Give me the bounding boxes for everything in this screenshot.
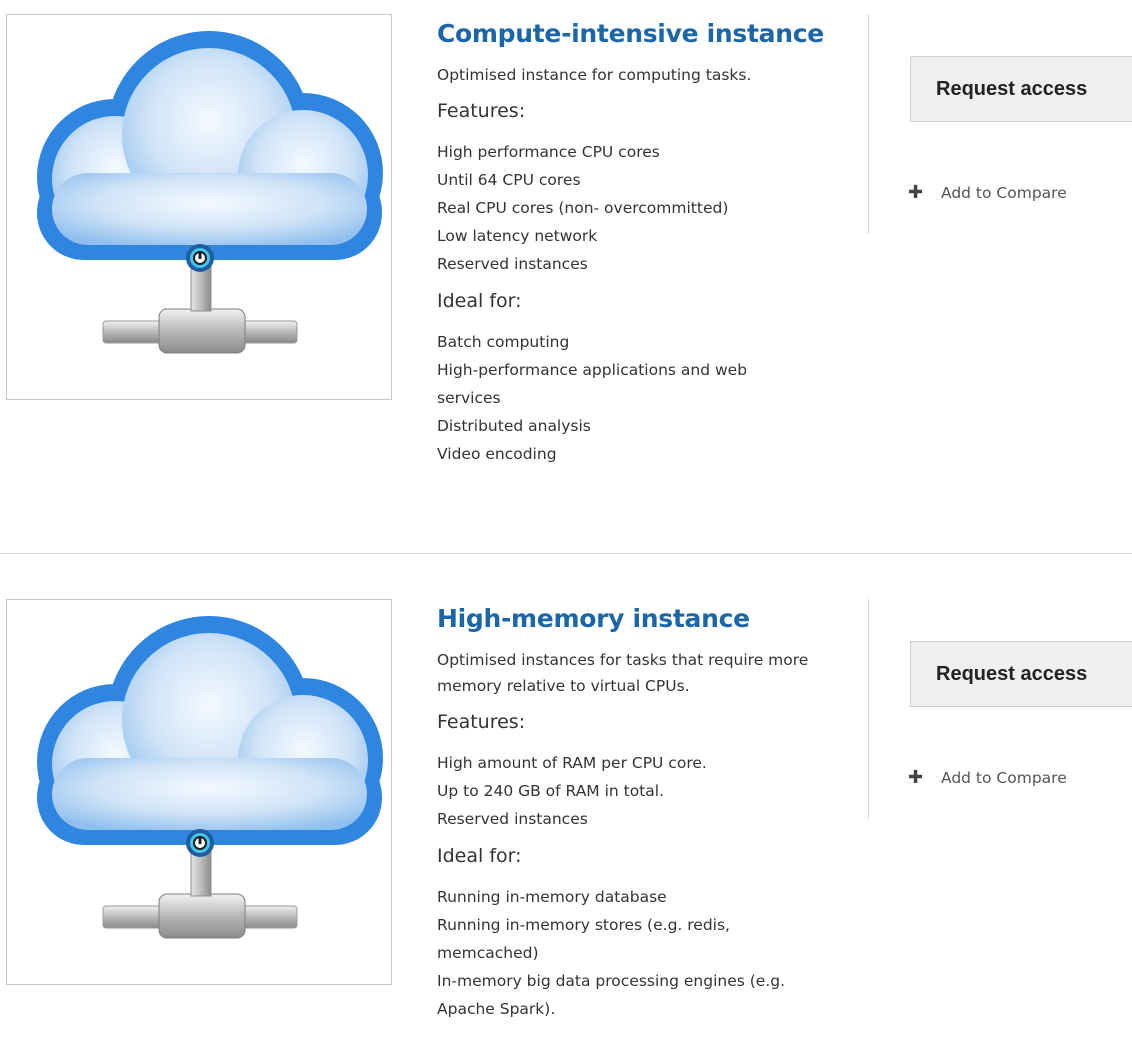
feature-item: High amount of RAM per CPU core. — [437, 754, 707, 772]
offering-description: Optimised instance for computing tasks. — [437, 66, 752, 84]
offering-separator — [0, 553, 1132, 554]
request-access-button[interactable]: Request access — [910, 641, 1132, 707]
ideal-for-list: Batch computing High-performance applica… — [437, 328, 837, 468]
column-divider — [868, 14, 869, 234]
features-heading: Features: — [437, 100, 526, 122]
feature-item: Until 64 CPU cores — [437, 171, 581, 189]
offering-image — [6, 14, 392, 400]
column-divider — [868, 599, 869, 819]
cloud-network-icon — [37, 31, 383, 354]
add-to-compare-label: Add to Compare — [941, 769, 1067, 787]
ideal-for-item: Batch computing — [437, 333, 570, 351]
plus-icon: ✚ — [908, 182, 924, 203]
ideal-for-heading: Ideal for: — [437, 290, 522, 312]
feature-item: Reserved instances — [437, 810, 588, 828]
feature-item: Real CPU cores (non- overcommitted) — [437, 199, 729, 217]
feature-item: Up to 240 GB of RAM in total. — [437, 782, 665, 800]
feature-item: Reserved instances — [437, 255, 588, 273]
plus-icon: ✚ — [908, 767, 924, 788]
add-to-compare-link[interactable]: ✚ Add to Compare — [908, 765, 1067, 791]
ideal-for-heading: Ideal for: — [437, 845, 522, 867]
ideal-for-item: High-performance applications and web se… — [437, 361, 748, 407]
ideal-for-item: Running in-memory database — [437, 888, 667, 906]
features-heading: Features: — [437, 711, 526, 733]
features-list: High amount of RAM per CPU core. Up to 2… — [437, 749, 837, 833]
ideal-for-item: Video encoding — [437, 445, 557, 463]
request-access-button[interactable]: Request access — [910, 56, 1132, 122]
features-list: High performance CPU cores Until 64 CPU … — [437, 138, 837, 278]
ideal-for-list: Running in-memory database Running in-me… — [437, 883, 837, 1023]
ideal-for-item: Running in-memory stores (e.g. redis, me… — [437, 916, 730, 962]
offering-info: Compute-intensive instance Optimised ins… — [437, 16, 837, 468]
ideal-for-item: Distributed analysis — [437, 417, 591, 435]
offering-title[interactable]: Compute-intensive instance — [437, 16, 837, 52]
add-to-compare-label: Add to Compare — [941, 184, 1067, 202]
add-to-compare-link[interactable]: ✚ Add to Compare — [908, 180, 1067, 206]
offering-title[interactable]: High-memory instance — [437, 601, 837, 637]
feature-item: High performance CPU cores — [437, 143, 660, 161]
ideal-for-item: In-memory big data processing engines (e… — [437, 972, 786, 1018]
cloud-network-icon — [37, 616, 383, 939]
feature-item: Low latency network — [437, 227, 598, 245]
offering-info: High-memory instance Optimised instances… — [437, 601, 837, 1023]
offering-image — [6, 599, 392, 985]
offering-description: Optimised instances for tasks that requi… — [437, 651, 809, 695]
